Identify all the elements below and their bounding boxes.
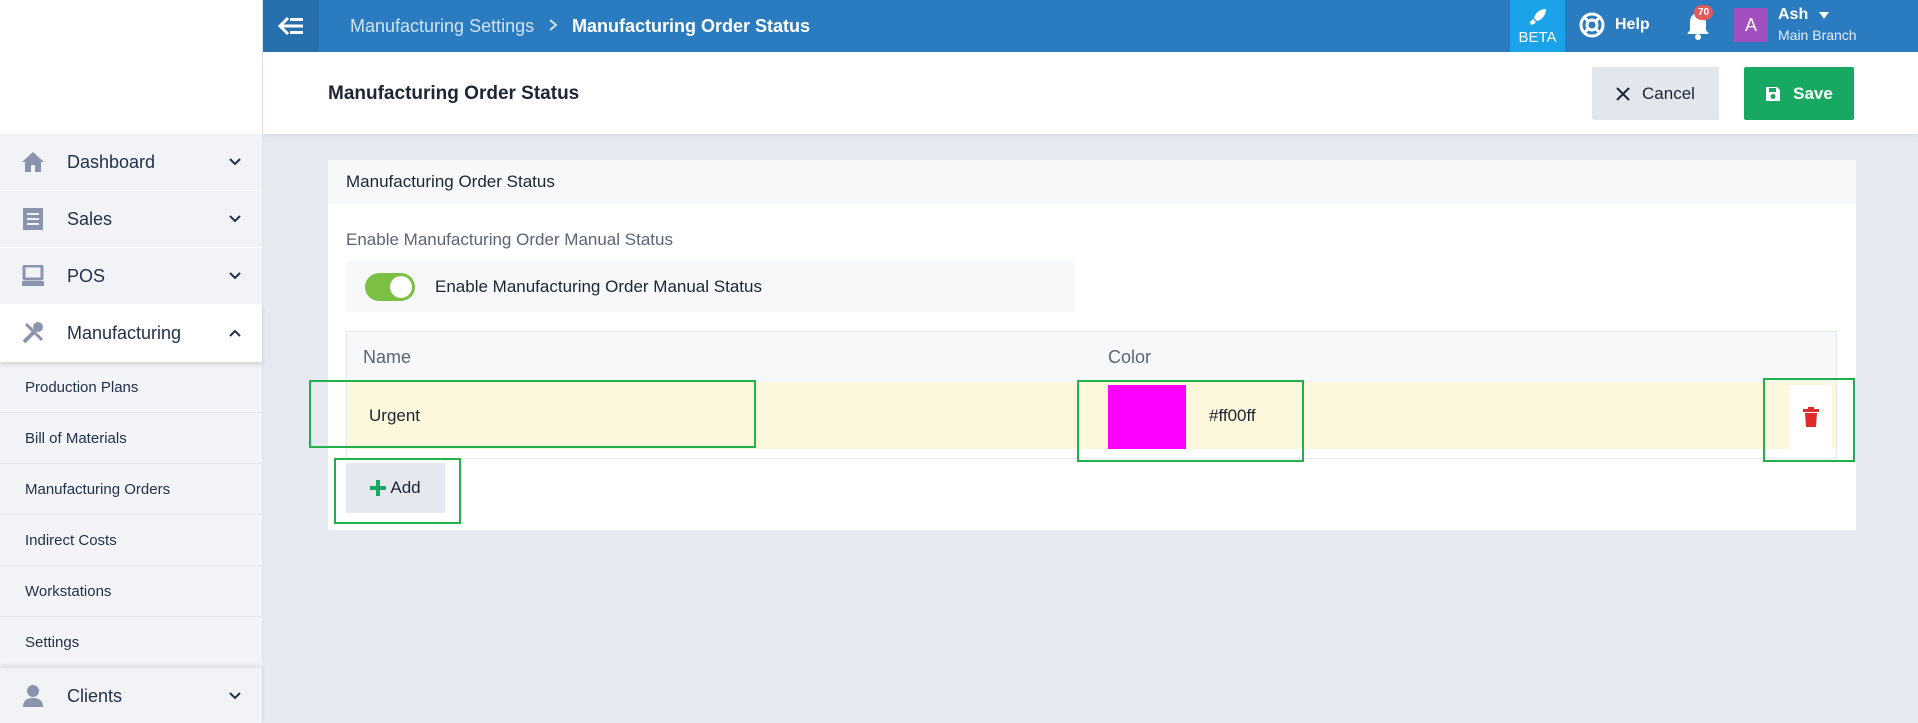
help-label: Help [1615,16,1650,33]
avatar[interactable]: A [1734,8,1768,42]
sidebar-subitem-manufacturing-orders[interactable]: Manufacturing Orders [0,464,262,515]
rocket-icon [1529,8,1546,25]
sidebar-item-dashboard[interactable]: Dashboard [0,134,262,191]
sidebar-item-sales[interactable]: Sales [0,191,262,248]
sidebar-item-label: Manufacturing [67,322,182,343]
page-title: Manufacturing Order Status [328,83,580,104]
sidebar-subitem-production-plans[interactable]: Production Plans [0,362,262,413]
home-icon [20,149,46,175]
cancel-label: Cancel [1642,83,1695,103]
beta-label: BETA [1518,28,1557,46]
chevron-down-icon [229,692,241,700]
chevron-down-icon [229,215,241,223]
chevron-right-icon [549,19,558,31]
top-navigation-bar: Manufacturing Settings Manufacturing Ord… [263,0,1918,52]
sidebar-subitem-bill-of-materials[interactable]: Bill of Materials [0,413,262,464]
enable-manual-status-toggle[interactable] [365,272,415,301]
tools-icon [20,320,46,346]
sidebar-logo-area [0,0,262,134]
sidebar-item-clients[interactable]: Clients [0,668,262,723]
beta-button[interactable]: BETA [1510,0,1565,52]
column-header-name: Name [363,346,412,367]
sidebar-subitem-settings[interactable]: Settings [0,617,262,668]
sidebar-item-manufacturing[interactable]: Manufacturing [0,305,262,362]
arrow-left-icon [278,16,303,36]
floppy-disk-icon [1766,86,1781,101]
back-button[interactable] [263,0,319,52]
lifebuoy-icon [1579,12,1605,38]
sidebar-subitem-workstations[interactable]: Workstations [0,566,262,617]
cancel-button[interactable]: Cancel [1592,67,1719,120]
column-header-color: Color [1108,346,1152,367]
toggle-label: Enable Manufacturing Order Manual Status [435,276,762,296]
card-title: Manufacturing Order Status [328,160,1856,204]
sidebar-item-label: Dashboard [67,151,156,172]
manufacturing-submenu: Production Plans Bill of Materials Manuf… [0,362,262,668]
sidebar: Dashboard Sales POS Manufacturing Produc… [0,0,263,723]
sidebar-subitem-indirect-costs[interactable]: Indirect Costs [0,515,262,566]
sidebar-item-label: Sales [67,208,113,229]
table-header [347,332,1836,382]
receipt-icon [20,206,46,232]
save-button[interactable]: Save [1744,67,1854,120]
user-name[interactable]: Ash [1778,6,1808,24]
page-header: Manufacturing Order Status Cancel Save [263,52,1918,134]
highlight-add-button [334,458,461,524]
caret-down-icon[interactable] [1819,12,1829,19]
highlight-delete-button [1763,378,1855,462]
highlight-name-field [309,380,756,448]
help-button[interactable]: Help [1579,10,1650,40]
notification-count-badge: 70 [1694,5,1714,20]
user-branch: Main Branch [1778,27,1857,43]
pos-terminal-icon [20,263,46,289]
toggle-row: Enable Manufacturing Order Manual Status [346,261,1075,312]
status-settings-card: Manufacturing Order Status Enable Manufa… [328,160,1856,530]
client-icon [20,683,46,709]
sidebar-item-label: POS [67,265,106,286]
highlight-color-field [1077,380,1304,462]
close-icon [1616,86,1630,101]
breadcrumb-parent-link[interactable]: Manufacturing Settings [350,16,534,37]
sidebar-item-pos[interactable]: POS [0,248,262,305]
section-label: Enable Manufacturing Order Manual Status [346,230,673,249]
sidebar-item-label: Clients [67,685,123,706]
save-label: Save [1793,83,1833,103]
chevron-down-icon [229,272,241,280]
chevron-up-icon [229,329,241,337]
chevron-down-icon [229,158,241,166]
breadcrumb-current: Manufacturing Order Status [572,16,811,36]
